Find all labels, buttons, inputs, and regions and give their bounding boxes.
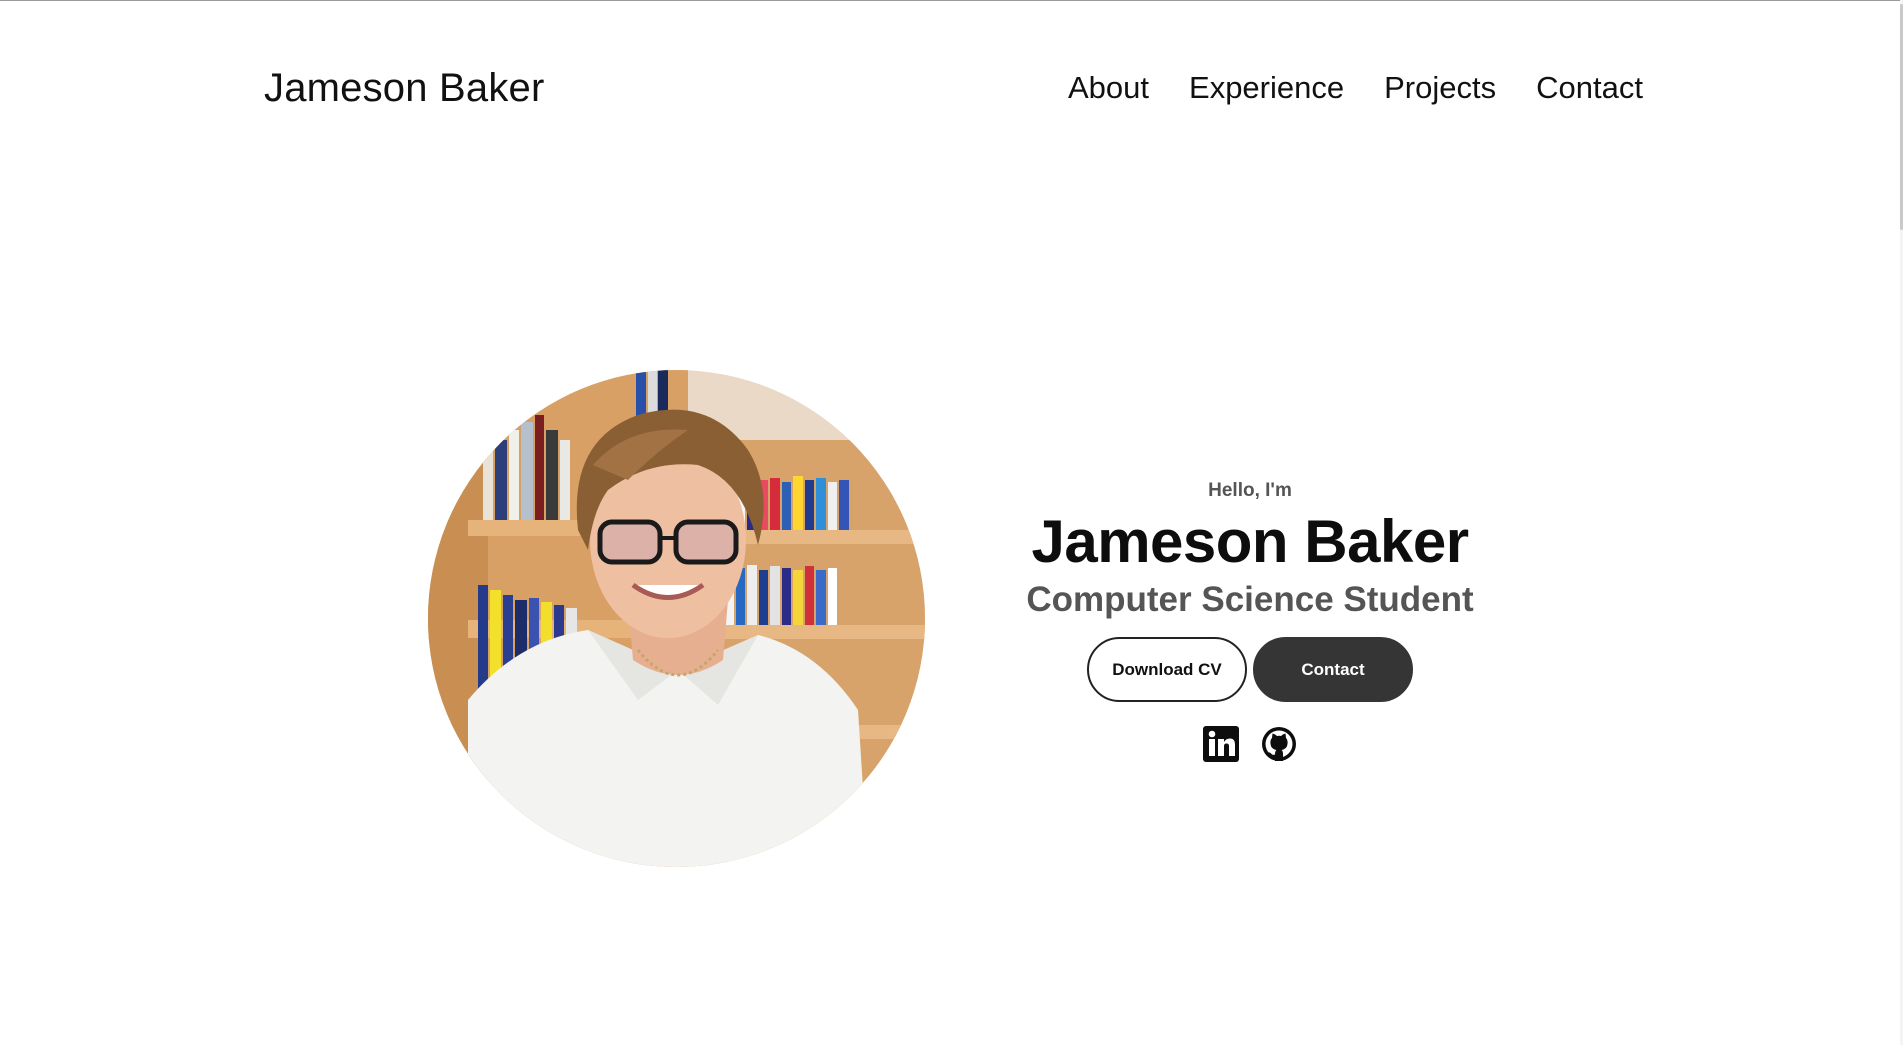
nav-link-projects[interactable]: Projects [1384,70,1496,105]
nav-item-about: About [1068,70,1149,106]
nav-item-contact: Contact [1536,70,1643,106]
contact-button[interactable]: Contact [1253,637,1413,702]
linkedin-icon[interactable] [1201,724,1241,764]
nav-links: About Experience Projects Contact [1068,70,1643,106]
site-logo[interactable]: Jameson Baker [264,66,545,111]
hero-text: Hello, I'm Jameson Baker Computer Scienc… [1000,480,1500,764]
profile-photo-illustration [428,370,925,867]
top-navigation: Jameson Baker About Experience Projects … [0,0,1903,180]
hero-title: Computer Science Student [1026,580,1474,619]
nav-item-experience: Experience [1189,70,1344,106]
nav-link-contact[interactable]: Contact [1536,70,1643,105]
nav-link-about[interactable]: About [1068,70,1149,105]
greeting-text: Hello, I'm [1208,480,1292,501]
github-icon[interactable] [1259,724,1299,764]
hero-name: Jameson Baker [1031,508,1469,575]
nav-item-projects: Projects [1384,70,1496,106]
download-cv-button[interactable]: Download CV [1087,637,1247,702]
social-links [1000,724,1500,764]
hero-buttons: Download CV Contact [1000,637,1500,702]
nav-link-experience[interactable]: Experience [1189,70,1344,105]
profile-picture [428,370,925,867]
